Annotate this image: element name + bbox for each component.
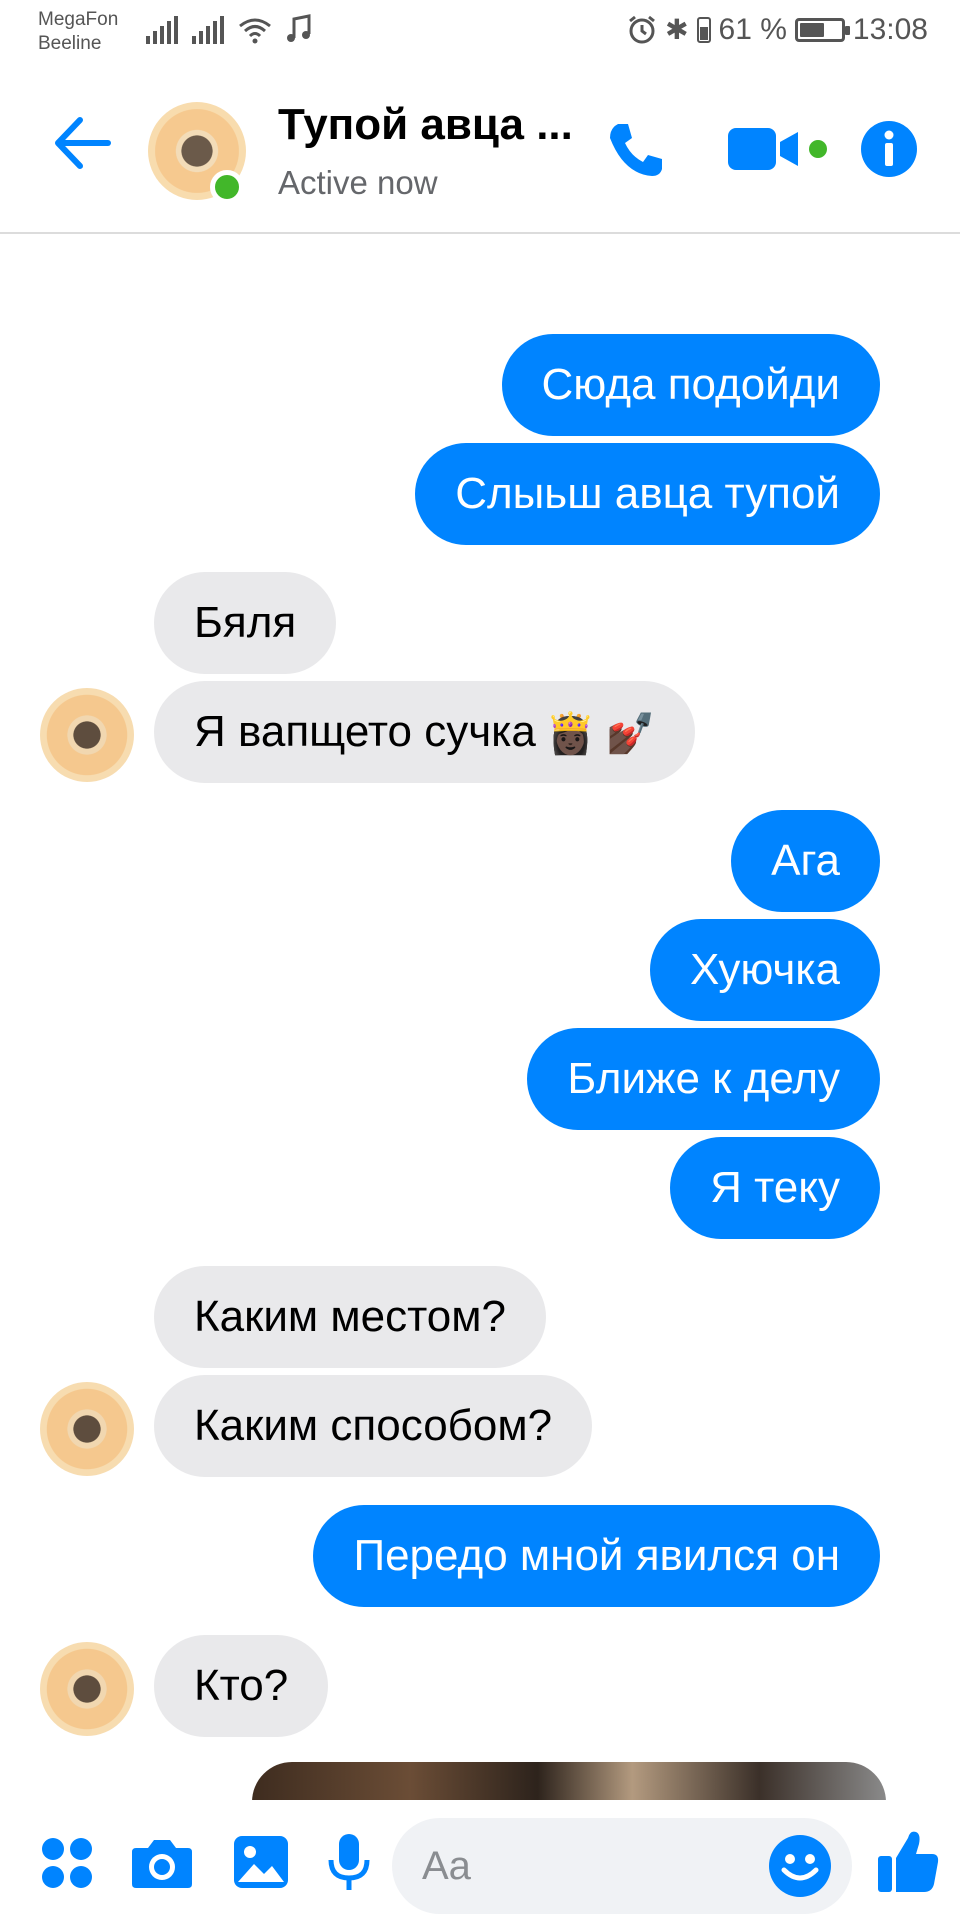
vibrate-battery-icon xyxy=(696,17,711,43)
emoji-icon[interactable] xyxy=(768,1834,832,1898)
contact-avatar-small[interactable] xyxy=(40,688,134,782)
message-incoming[interactable]: Кто? xyxy=(154,1635,329,1737)
info-icon[interactable] xyxy=(860,120,918,178)
music-note-icon xyxy=(287,14,311,42)
message-text: Хуючка xyxy=(689,945,840,994)
online-indicator xyxy=(210,170,244,204)
signal-icon xyxy=(192,16,224,44)
conversation-header: Тупой авца ... Active now xyxy=(0,64,960,234)
message-text: Ближе к делу xyxy=(567,1054,840,1103)
camera-icon[interactable] xyxy=(130,1836,194,1890)
contact-avatar-small[interactable] xyxy=(40,1642,134,1736)
contact-avatar-small[interactable] xyxy=(40,1382,134,1476)
message-composer xyxy=(0,1800,960,1920)
bluetooth-icon: ✱ xyxy=(665,14,689,45)
battery-icon xyxy=(794,18,850,42)
message-text: Каким способом? xyxy=(194,1401,553,1450)
message-outgoing[interactable]: Хуючка xyxy=(649,919,880,1021)
carrier-2: Beeline xyxy=(38,33,102,54)
message-text: Сюда подойди xyxy=(541,360,840,409)
wifi-icon xyxy=(239,18,271,44)
status-right: ✱ 61 % 13:08 xyxy=(627,12,928,48)
princess-emoji-icon: 👸🏿 xyxy=(545,712,596,757)
message-incoming[interactable]: Я вапщето сучка 👸🏿 💅🏿 xyxy=(154,681,696,783)
phone-icon[interactable] xyxy=(604,118,668,182)
active-status: Active now xyxy=(278,164,438,201)
signal-icon xyxy=(146,16,178,44)
message-text: Бяля xyxy=(194,598,297,647)
nail-polish-emoji-icon: 💅🏿 xyxy=(605,712,656,757)
microphone-icon[interactable] xyxy=(328,1832,370,1894)
gallery-icon[interactable] xyxy=(232,1834,290,1890)
status-bar: MegaFon Beeline ✱ 61 % 13:08 xyxy=(0,0,960,64)
message-outgoing[interactable]: Я теку xyxy=(670,1137,880,1239)
back-arrow-icon[interactable] xyxy=(52,116,112,170)
message-input[interactable] xyxy=(422,1838,762,1894)
chat-screen: MegaFon Beeline ✱ 61 % 13:08 Тупой авца … xyxy=(0,0,960,1920)
message-outgoing[interactable]: Слыьш авца тупой xyxy=(415,443,880,545)
message-text: Ага xyxy=(771,836,840,885)
contact-name[interactable]: Тупой авца ... xyxy=(278,100,573,150)
clock: 13:08 xyxy=(852,13,928,46)
message-outgoing[interactable]: Ближе к делу xyxy=(527,1028,880,1130)
battery-percent: 61 % xyxy=(718,13,787,46)
message-text: Я теку xyxy=(710,1163,840,1212)
message-text: Каким местом? xyxy=(194,1292,506,1341)
message-text: Я вапщето сучка xyxy=(194,707,536,756)
network-icons xyxy=(146,14,312,44)
message-incoming[interactable]: Каким способом? xyxy=(154,1375,593,1477)
alarm-icon xyxy=(629,15,655,44)
message-incoming[interactable]: Бяля xyxy=(154,572,337,674)
message-input-container[interactable] xyxy=(392,1818,852,1914)
message-outgoing[interactable]: Передо мной явился он xyxy=(313,1505,880,1607)
video-call-icon[interactable] xyxy=(726,124,836,174)
message-outgoing[interactable]: Ага xyxy=(731,810,880,912)
message-text: Слыьш авца тупой xyxy=(455,469,840,518)
message-outgoing[interactable]: Сюда подойди xyxy=(501,334,880,436)
apps-icon[interactable] xyxy=(40,1836,94,1890)
thumbs-up-icon[interactable] xyxy=(876,1828,940,1894)
message-text: Передо мной явился он xyxy=(353,1531,840,1580)
message-incoming[interactable]: Каким местом? xyxy=(154,1266,546,1368)
message-text: Кто? xyxy=(194,1661,289,1710)
carrier-1: MegaFon xyxy=(38,9,119,30)
carrier-names: MegaFon Beeline xyxy=(38,8,118,56)
